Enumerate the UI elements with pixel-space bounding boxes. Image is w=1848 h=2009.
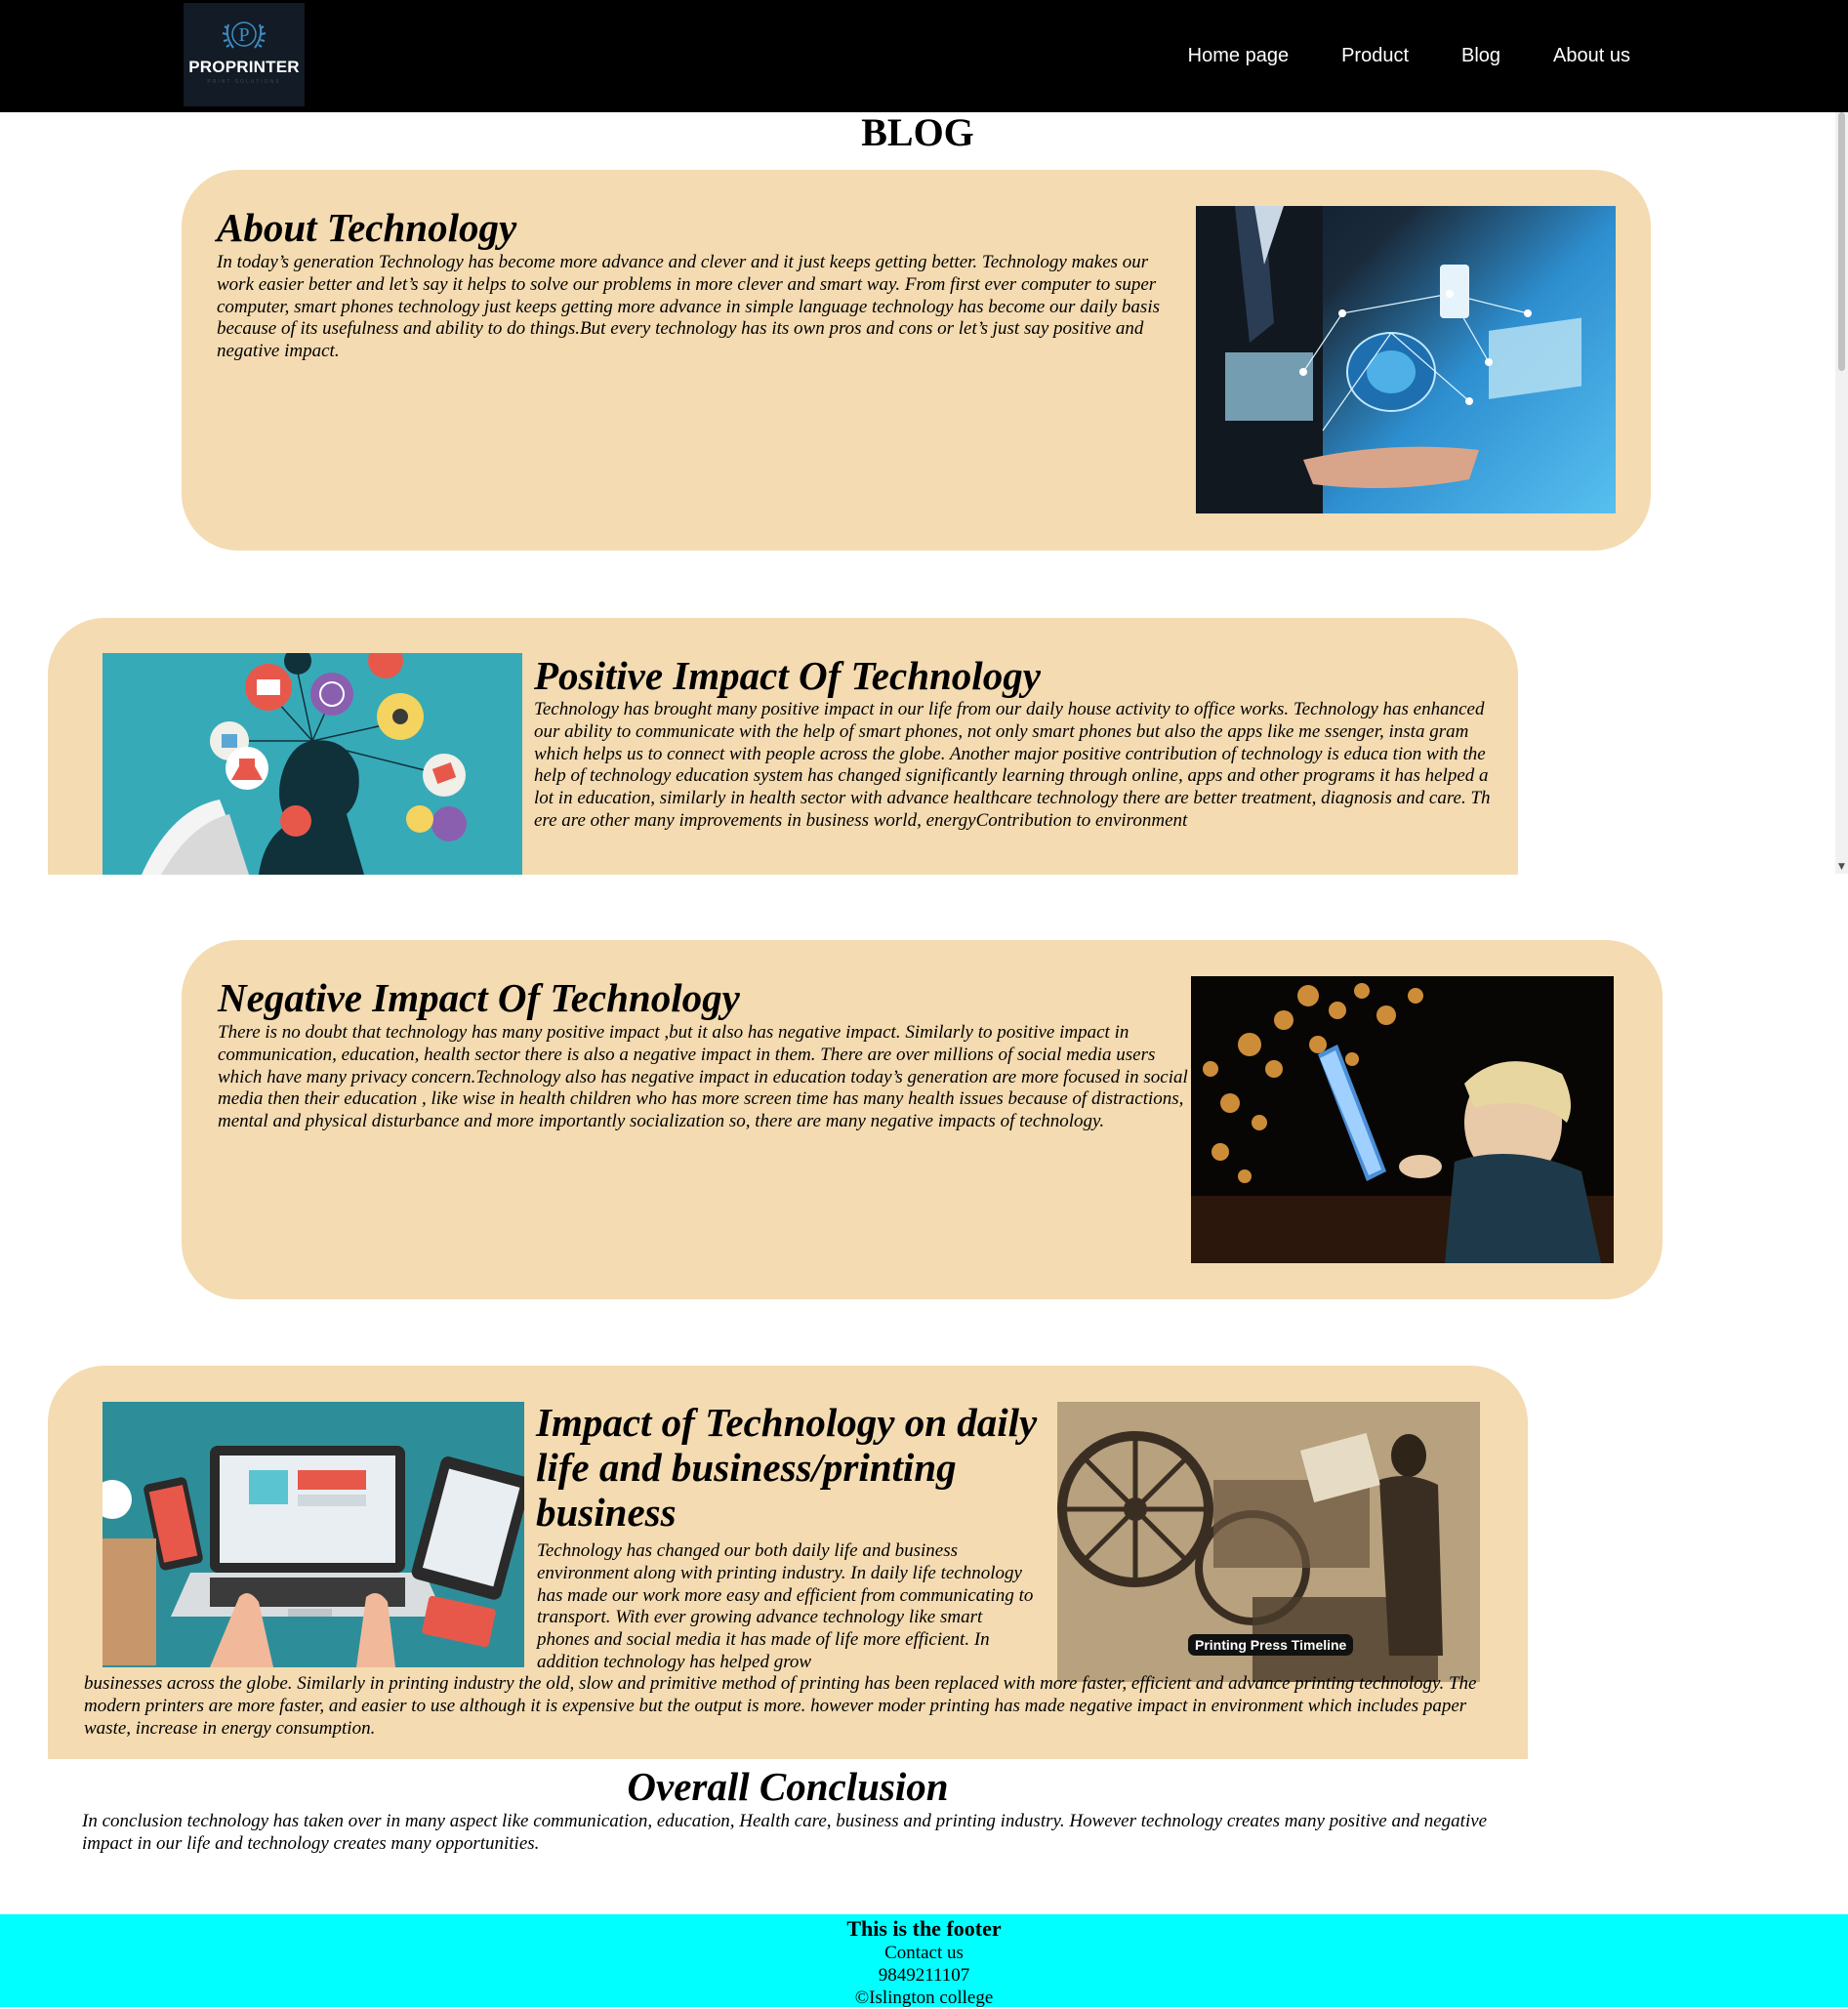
- laptop-shopping-image: [103, 1402, 524, 1667]
- logo-text: PROPRINTER: [188, 58, 300, 76]
- scrollbar-thumb[interactable]: [1838, 112, 1845, 371]
- nav-link-home[interactable]: Home page: [1188, 45, 1289, 67]
- positive-impact-card: Positive Impact Of Technology Technology…: [48, 618, 1518, 875]
- nav-link-blog[interactable]: Blog: [1461, 45, 1500, 67]
- technology-network-image: [1196, 206, 1616, 513]
- child-tablet-image: [1191, 976, 1614, 1263]
- negative-impact-text: There is no doubt that technology has ma…: [218, 1022, 1188, 1132]
- about-technology-title: About Technology: [217, 205, 517, 250]
- conclusion-text: In conclusion technology has taken over …: [82, 1811, 1488, 1854]
- footer-contact-link[interactable]: Contact us: [0, 1942, 1848, 1964]
- nav-link-about[interactable]: About us: [1553, 45, 1630, 67]
- printing-press-label: Printing Press Timeline: [1188, 1634, 1354, 1656]
- positive-impact-title: Positive Impact Of Technology: [534, 653, 1041, 698]
- printing-press-image: Printing Press Timeline: [1057, 1402, 1480, 1682]
- navbar: P PROPRINTER PRINT SOLUTIONS Home page P…: [0, 0, 1848, 112]
- daily-life-title: Impact of Technology on daily life and b…: [536, 1400, 1038, 1535]
- negative-impact-card: Negative Impact Of Technology There is n…: [182, 940, 1663, 1299]
- nav-link-product[interactable]: Product: [1341, 45, 1409, 67]
- education-icons-image: [103, 653, 522, 875]
- footer-copyright: ©Islington college: [854, 1988, 994, 2008]
- footer-title: This is the footer: [846, 1916, 1002, 1941]
- scrollbar[interactable]: ▼: [1835, 112, 1848, 874]
- about-technology-text: In today’s generation Technology has bec…: [217, 252, 1161, 362]
- conclusion-title: Overall Conclusion: [627, 1764, 949, 1809]
- svg-text:P: P: [238, 24, 249, 46]
- daily-life-card: Impact of Technology on daily life and b…: [48, 1366, 1528, 1759]
- page-title: BLOG: [861, 110, 974, 154]
- scroll-down-arrow-icon[interactable]: ▼: [1835, 862, 1848, 872]
- laurel-p-icon: P: [222, 21, 267, 49]
- about-technology-card: About Technology In today’s generation T…: [182, 170, 1651, 551]
- footer: This is the footer Contact us 9849211107…: [0, 1914, 1848, 2008]
- footer-phone: 9849211107: [878, 1965, 970, 1986]
- logo-subtext: PRINT SOLUTIONS: [207, 79, 281, 85]
- logo[interactable]: P PROPRINTER PRINT SOLUTIONS: [184, 3, 305, 106]
- daily-life-text-top: Technology has changed our both daily li…: [537, 1540, 1034, 1672]
- daily-life-text-bottom: businesses across the globe. Similarly i…: [84, 1673, 1477, 1739]
- positive-impact-text: Technology has brought many positive imp…: [534, 699, 1491, 831]
- negative-impact-title: Negative Impact Of Technology: [218, 975, 740, 1020]
- nav-links: Home page Product Blog About us: [1188, 0, 1630, 112]
